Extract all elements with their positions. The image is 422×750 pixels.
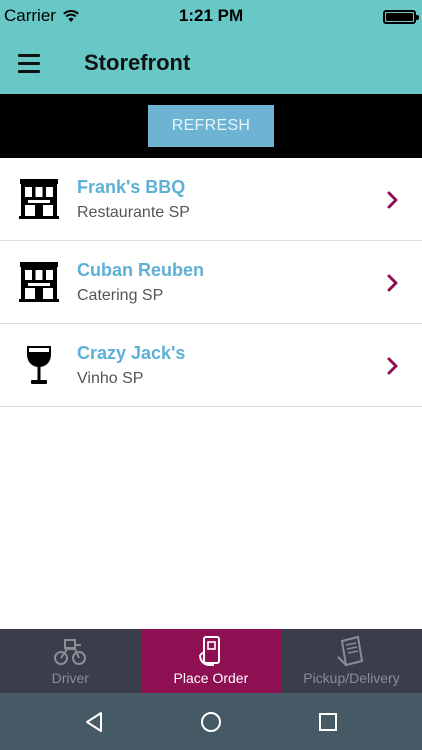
home-icon[interactable] xyxy=(199,710,223,734)
tab-place-order[interactable]: Place Order xyxy=(140,629,282,693)
phone-order-icon xyxy=(198,636,220,666)
store-subtitle: Vinho SP xyxy=(77,370,144,387)
tab-label: Place Order xyxy=(173,670,249,686)
page-title: Storefront xyxy=(84,50,191,75)
status-time: 1:21 PM xyxy=(178,6,244,25)
chevron-right-icon xyxy=(387,357,398,375)
tab-pickup-delivery[interactable]: Pickup/Delivery xyxy=(281,629,422,693)
wine-glass-icon xyxy=(27,346,51,384)
store-name: Cuban Reuben xyxy=(77,260,205,280)
store-item-crazy-jacks[interactable]: Crazy Jack's Vinho SP xyxy=(0,324,422,407)
status-bar: Carrier 1:21 PM xyxy=(0,0,422,32)
store-subtitle: Restaurante SP xyxy=(77,204,190,221)
tab-label: Driver xyxy=(51,670,89,686)
store-name: Frank's BBQ xyxy=(77,177,186,197)
chevron-right-icon xyxy=(387,191,398,209)
hamburger-menu-icon[interactable] xyxy=(18,49,48,77)
motorcycle-icon xyxy=(54,639,87,665)
store-name: Crazy Jack's xyxy=(77,343,186,363)
storefront-building-icon xyxy=(19,179,59,219)
storefront-building-icon xyxy=(19,262,59,302)
bottom-tab-bar: Driver Place Order Pickup/Delivery xyxy=(0,629,422,693)
tab-label: Pickup/Delivery xyxy=(303,670,400,686)
store-list: Frank's BBQ Restaurante SP Cuban Reuben … xyxy=(0,158,422,407)
recents-icon[interactable] xyxy=(316,710,340,734)
store-subtitle: Catering SP xyxy=(77,287,164,304)
system-nav-bar xyxy=(0,693,422,750)
chevron-right-icon xyxy=(387,274,398,292)
receipt-icon xyxy=(337,635,364,667)
refresh-button[interactable]: REFRESH xyxy=(148,105,274,147)
tab-driver[interactable]: Driver xyxy=(0,629,141,693)
store-item-cuban-reuben[interactable]: Cuban Reuben Catering SP xyxy=(0,241,422,324)
refresh-bar: REFRESH xyxy=(0,94,422,158)
store-item-franks-bbq[interactable]: Frank's BBQ Restaurante SP xyxy=(0,158,422,241)
app-bar: Storefront xyxy=(0,32,422,94)
battery-icon xyxy=(383,10,419,24)
back-icon[interactable] xyxy=(82,710,106,734)
